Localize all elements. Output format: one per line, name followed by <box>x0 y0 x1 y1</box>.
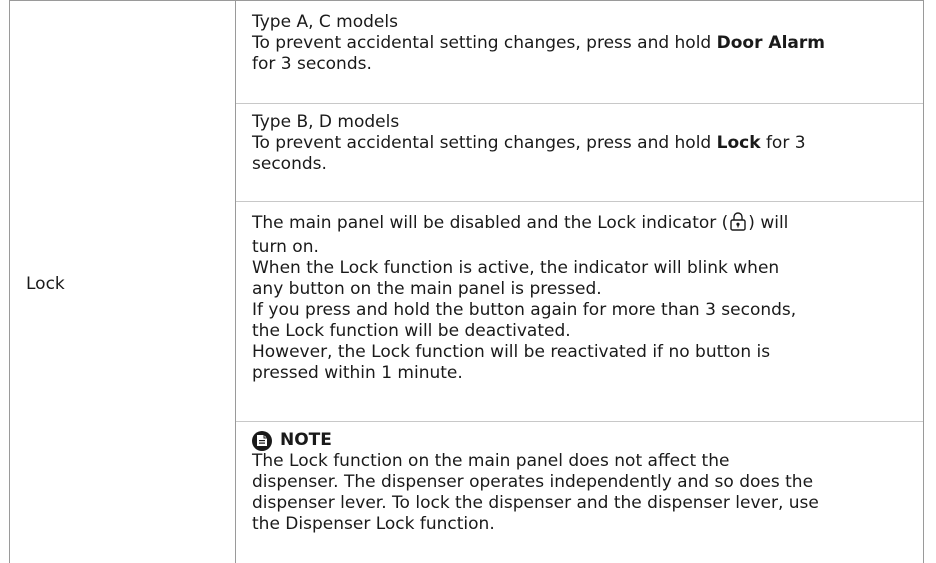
divider <box>236 421 923 422</box>
lock-p1-after: ) will <box>748 213 789 233</box>
type-ac-text-before: To prevent accidental setting changes, p… <box>252 33 717 53</box>
note-section: NOTE The Lock function on the main panel… <box>252 430 911 535</box>
lock-p1: The main panel will be disabled and the … <box>252 211 911 237</box>
lock-description: The main panel will be disabled and the … <box>252 211 911 384</box>
description-cell: Type A, C models To prevent accidental s… <box>236 1 923 563</box>
type-ac-text-after: for 3 seconds. <box>252 54 372 74</box>
lock-p2-line2: any button on the main panel is pressed. <box>252 279 602 299</box>
lock-p3-line1: If you press and hold the button again f… <box>252 300 797 320</box>
type-bd-section: Type B, D models To prevent accidental s… <box>252 112 911 175</box>
note-heading-row: NOTE <box>252 430 911 451</box>
divider <box>236 201 923 202</box>
note-icon <box>252 430 272 451</box>
type-bd-text-before: To prevent accidental setting changes, p… <box>252 133 717 153</box>
note-line3: dispenser lever. To lock the dispenser a… <box>252 493 819 513</box>
note-line1: The Lock function on the main panel does… <box>252 451 730 471</box>
type-ac-text: To prevent accidental setting changes, p… <box>252 33 911 54</box>
door-alarm-button-name: Door Alarm <box>716 33 825 53</box>
type-ac-section: Type A, C models To prevent accidental s… <box>252 12 911 75</box>
padlock-icon <box>729 211 747 237</box>
label-cell: Lock <box>10 1 236 563</box>
lock-p1-line2: turn on. <box>252 237 319 257</box>
lock-p2-line1: When the Lock function is active, the in… <box>252 258 780 278</box>
divider <box>236 103 923 104</box>
note-line2: dispenser. The dispenser operates indepe… <box>252 472 814 492</box>
instruction-table: Lock Type A, C models To prevent acciden… <box>9 0 924 563</box>
row-label: Lock <box>26 274 65 294</box>
type-bd-text-after: for 3 <box>760 133 806 153</box>
note-line4: the Dispenser Lock function. <box>252 514 495 534</box>
lock-p1-before: The main panel will be disabled and the … <box>252 213 729 233</box>
type-bd-text-line2: seconds. <box>252 154 327 174</box>
lock-p3-line2: the Lock function will be deactivated. <box>252 321 571 341</box>
type-ac-heading: Type A, C models <box>252 12 398 32</box>
lock-p4-line2: pressed within 1 minute. <box>252 363 463 383</box>
lock-button-name: Lock <box>716 133 761 153</box>
type-bd-heading: Type B, D models <box>252 112 400 132</box>
lock-p4-line1: However, the Lock function will be react… <box>252 342 771 362</box>
note-heading: NOTE <box>280 430 332 450</box>
type-bd-text: To prevent accidental setting changes, p… <box>252 133 911 154</box>
